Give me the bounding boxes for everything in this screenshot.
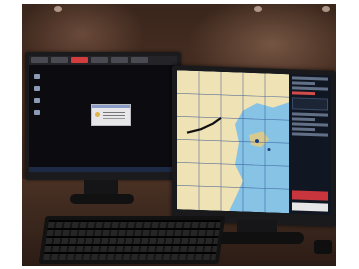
ceiling-fixtures: [22, 4, 336, 14]
desktop-icon[interactable]: [34, 86, 40, 91]
dialog-titlebar: [92, 105, 130, 108]
toolbar-tab[interactable]: [31, 57, 48, 63]
status-bar: [292, 202, 328, 212]
desktop-icon[interactable]: [34, 110, 40, 115]
panel-readout: [292, 132, 328, 137]
taskbar[interactable]: [29, 167, 177, 172]
toolbar-tab[interactable]: [51, 57, 68, 63]
panel-readout-alert: [292, 91, 316, 96]
dialog-box[interactable]: [91, 104, 131, 126]
dialog-text: [103, 112, 125, 113]
left-monitor-base: [70, 194, 134, 204]
right-monitor-base: [210, 232, 304, 244]
toolbar-tab[interactable]: [131, 57, 148, 63]
nautical-chart[interactable]: [177, 70, 289, 214]
panel-block[interactable]: [292, 97, 328, 111]
panel-readout: [292, 127, 316, 132]
panel-readout: [292, 86, 328, 91]
fixture-light: [322, 6, 330, 12]
panel-readout: [292, 117, 316, 122]
alarm-indicator[interactable]: [292, 190, 328, 201]
keyboard-keys: [43, 220, 221, 260]
photo: [22, 4, 336, 266]
panel-readout: [292, 81, 316, 86]
panel-readout: [292, 122, 328, 127]
fixture-light: [54, 6, 62, 12]
toolbar-tab[interactable]: [91, 57, 108, 63]
panel-readout: [292, 112, 328, 117]
desktop-icon[interactable]: [34, 74, 40, 79]
toolbar-tab[interactable]: [111, 57, 128, 63]
info-panel: [289, 74, 331, 215]
left-monitor-screen: [29, 56, 177, 172]
desktop-icon[interactable]: [34, 98, 40, 103]
warning-icon: [95, 112, 100, 117]
left-monitor: [25, 52, 181, 180]
toolbar-tab-active[interactable]: [71, 57, 88, 63]
panel-readout: [292, 76, 328, 81]
right-monitor-screen: [177, 70, 331, 215]
fixture-light: [254, 6, 262, 12]
right-monitor: [172, 65, 336, 227]
desk-device: [314, 240, 332, 254]
keyboard[interactable]: [38, 216, 226, 264]
left-screen-toolbar: [29, 56, 177, 65]
